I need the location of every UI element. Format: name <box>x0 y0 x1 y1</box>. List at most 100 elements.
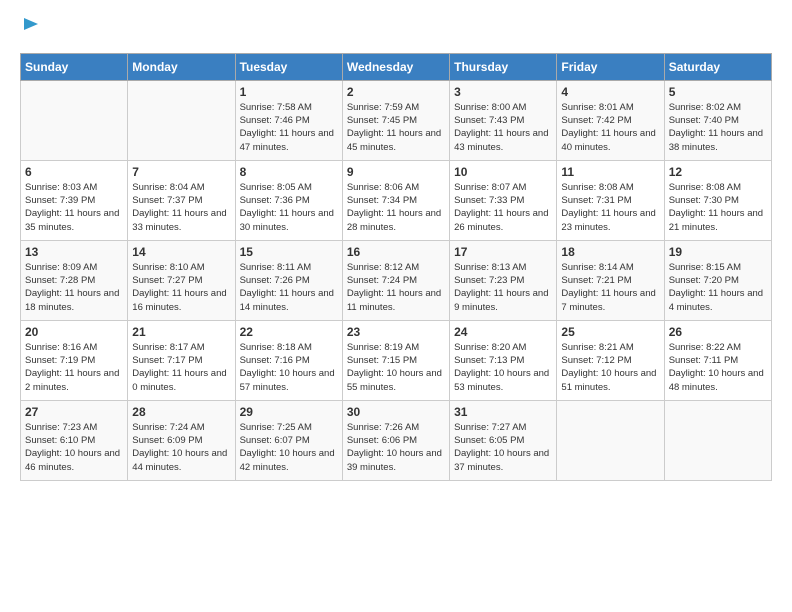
day-info: Sunrise: 8:04 AM Sunset: 7:37 PM Dayligh… <box>132 181 230 234</box>
day-number: 24 <box>454 325 552 339</box>
calendar-cell: 14Sunrise: 8:10 AM Sunset: 7:27 PM Dayli… <box>128 240 235 320</box>
calendar-cell: 19 Sunrise: 8:15 AM Sunset: 7:20 PM Dayli… <box>664 240 771 320</box>
day-info: Sunrise: 8:22 AM Sunset: 7:11 PM Dayligh… <box>669 341 767 394</box>
day-number: 23 <box>347 325 445 339</box>
day-info: Sunrise: 8:15 AM Sunset: 7:20 PM Dayligh… <box>669 261 767 314</box>
day-info: Sunrise: 7:59 AM Sunset: 7:45 PM Dayligh… <box>347 101 445 154</box>
day-info: Sunrise: 8:09 AM Sunset: 7:28 PM Dayligh… <box>25 261 123 314</box>
day-number: 8 <box>240 165 338 179</box>
calendar-cell: 26 Sunrise: 8:22 AM Sunset: 7:11 PM Dayli… <box>664 320 771 400</box>
calendar-week-1: 1Sunrise: 7:58 AM Sunset: 7:46 PM Daylig… <box>21 80 772 160</box>
day-number: 25 <box>561 325 659 339</box>
col-header-thursday: Thursday <box>450 53 557 80</box>
calendar-cell <box>557 400 664 480</box>
col-header-saturday: Saturday <box>664 53 771 80</box>
calendar-table: SundayMondayTuesdayWednesdayThursdayFrid… <box>20 53 772 481</box>
calendar-week-5: 27Sunrise: 7:23 AM Sunset: 6:10 PM Dayli… <box>21 400 772 480</box>
calendar-cell: 31 Sunrise: 7:27 AM Sunset: 6:05 PM Dayli… <box>450 400 557 480</box>
calendar-cell: 3 Sunrise: 8:00 AM Sunset: 7:43 PM Daylig… <box>450 80 557 160</box>
col-header-friday: Friday <box>557 53 664 80</box>
day-number: 12 <box>669 165 767 179</box>
calendar-cell: 30 Sunrise: 7:26 AM Sunset: 6:06 PM Dayli… <box>342 400 449 480</box>
day-info: Sunrise: 8:14 AM Sunset: 7:21 PM Dayligh… <box>561 261 659 314</box>
day-number: 28 <box>132 405 230 419</box>
day-number: 2 <box>347 85 445 99</box>
calendar-cell: 12Sunrise: 8:08 AM Sunset: 7:30 PM Dayli… <box>664 160 771 240</box>
calendar-cell: 17 Sunrise: 8:13 AM Sunset: 7:23 PM Dayli… <box>450 240 557 320</box>
day-info: Sunrise: 8:11 AM Sunset: 7:26 PM Dayligh… <box>240 261 338 314</box>
day-info: Sunrise: 8:00 AM Sunset: 7:43 PM Dayligh… <box>454 101 552 154</box>
day-number: 1 <box>240 85 338 99</box>
page-header <box>20 16 772 43</box>
day-info: Sunrise: 8:08 AM Sunset: 7:31 PM Dayligh… <box>561 181 659 234</box>
col-header-wednesday: Wednesday <box>342 53 449 80</box>
calendar-cell <box>128 80 235 160</box>
calendar-cell: 21 Sunrise: 8:17 AM Sunset: 7:17 PM Dayli… <box>128 320 235 400</box>
calendar-week-3: 13 Sunrise: 8:09 AM Sunset: 7:28 PM Dayli… <box>21 240 772 320</box>
calendar-week-2: 6 Sunrise: 8:03 AM Sunset: 7:39 PM Daylig… <box>21 160 772 240</box>
day-number: 7 <box>132 165 230 179</box>
day-number: 18 <box>561 245 659 259</box>
calendar-cell <box>664 400 771 480</box>
day-info: Sunrise: 7:27 AM Sunset: 6:05 PM Dayligh… <box>454 421 552 474</box>
calendar-cell: 28Sunrise: 7:24 AM Sunset: 6:09 PM Dayli… <box>128 400 235 480</box>
col-header-sunday: Sunday <box>21 53 128 80</box>
day-info: Sunrise: 8:17 AM Sunset: 7:17 PM Dayligh… <box>132 341 230 394</box>
day-number: 30 <box>347 405 445 419</box>
day-info: Sunrise: 8:12 AM Sunset: 7:24 PM Dayligh… <box>347 261 445 314</box>
calendar-cell: 25Sunrise: 8:21 AM Sunset: 7:12 PM Dayli… <box>557 320 664 400</box>
calendar-cell: 5 Sunrise: 8:02 AM Sunset: 7:40 PM Daylig… <box>664 80 771 160</box>
day-number: 10 <box>454 165 552 179</box>
day-number: 4 <box>561 85 659 99</box>
calendar-cell: 9Sunrise: 8:06 AM Sunset: 7:34 PM Daylig… <box>342 160 449 240</box>
day-info: Sunrise: 8:13 AM Sunset: 7:23 PM Dayligh… <box>454 261 552 314</box>
day-number: 16 <box>347 245 445 259</box>
day-info: Sunrise: 7:23 AM Sunset: 6:10 PM Dayligh… <box>25 421 123 474</box>
day-info: Sunrise: 8:01 AM Sunset: 7:42 PM Dayligh… <box>561 101 659 154</box>
day-number: 13 <box>25 245 123 259</box>
calendar-cell: 20 Sunrise: 8:16 AM Sunset: 7:19 PM Dayli… <box>21 320 128 400</box>
day-info: Sunrise: 8:02 AM Sunset: 7:40 PM Dayligh… <box>669 101 767 154</box>
calendar-cell: 22 Sunrise: 8:18 AM Sunset: 7:16 PM Dayli… <box>235 320 342 400</box>
day-number: 29 <box>240 405 338 419</box>
calendar-cell <box>21 80 128 160</box>
day-number: 26 <box>669 325 767 339</box>
calendar-cell: 27Sunrise: 7:23 AM Sunset: 6:10 PM Dayli… <box>21 400 128 480</box>
day-info: Sunrise: 8:03 AM Sunset: 7:39 PM Dayligh… <box>25 181 123 234</box>
day-info: Sunrise: 8:20 AM Sunset: 7:13 PM Dayligh… <box>454 341 552 394</box>
day-info: Sunrise: 8:16 AM Sunset: 7:19 PM Dayligh… <box>25 341 123 394</box>
day-info: Sunrise: 8:06 AM Sunset: 7:34 PM Dayligh… <box>347 181 445 234</box>
day-info: Sunrise: 8:10 AM Sunset: 7:27 PM Dayligh… <box>132 261 230 314</box>
day-number: 3 <box>454 85 552 99</box>
day-number: 15 <box>240 245 338 259</box>
day-info: Sunrise: 8:07 AM Sunset: 7:33 PM Dayligh… <box>454 181 552 234</box>
calendar-cell: 16 Sunrise: 8:12 AM Sunset: 7:24 PM Dayli… <box>342 240 449 320</box>
day-number: 22 <box>240 325 338 339</box>
col-header-monday: Monday <box>128 53 235 80</box>
calendar-cell: 23Sunrise: 8:19 AM Sunset: 7:15 PM Dayli… <box>342 320 449 400</box>
calendar-cell: 15 Sunrise: 8:11 AM Sunset: 7:26 PM Dayli… <box>235 240 342 320</box>
day-number: 5 <box>669 85 767 99</box>
day-number: 11 <box>561 165 659 179</box>
day-number: 21 <box>132 325 230 339</box>
calendar-cell: 2 Sunrise: 7:59 AM Sunset: 7:45 PM Daylig… <box>342 80 449 160</box>
calendar-cell: 13 Sunrise: 8:09 AM Sunset: 7:28 PM Dayli… <box>21 240 128 320</box>
day-number: 31 <box>454 405 552 419</box>
day-info: Sunrise: 7:25 AM Sunset: 6:07 PM Dayligh… <box>240 421 338 474</box>
calendar-cell: 10 Sunrise: 8:07 AM Sunset: 7:33 PM Dayli… <box>450 160 557 240</box>
calendar-cell: 4 Sunrise: 8:01 AM Sunset: 7:42 PM Daylig… <box>557 80 664 160</box>
day-number: 6 <box>25 165 123 179</box>
calendar-week-4: 20 Sunrise: 8:16 AM Sunset: 7:19 PM Dayli… <box>21 320 772 400</box>
day-number: 20 <box>25 325 123 339</box>
calendar-cell: 18 Sunrise: 8:14 AM Sunset: 7:21 PM Dayli… <box>557 240 664 320</box>
day-number: 17 <box>454 245 552 259</box>
logo <box>20 16 40 43</box>
day-number: 19 <box>669 245 767 259</box>
calendar-cell: 6 Sunrise: 8:03 AM Sunset: 7:39 PM Daylig… <box>21 160 128 240</box>
calendar-cell: 24 Sunrise: 8:20 AM Sunset: 7:13 PM Dayli… <box>450 320 557 400</box>
day-info: Sunrise: 7:26 AM Sunset: 6:06 PM Dayligh… <box>347 421 445 474</box>
day-info: Sunrise: 8:18 AM Sunset: 7:16 PM Dayligh… <box>240 341 338 394</box>
calendar-cell: 7 Sunrise: 8:04 AM Sunset: 7:37 PM Daylig… <box>128 160 235 240</box>
day-info: Sunrise: 8:05 AM Sunset: 7:36 PM Dayligh… <box>240 181 338 234</box>
calendar-cell: 29 Sunrise: 7:25 AM Sunset: 6:07 PM Dayli… <box>235 400 342 480</box>
